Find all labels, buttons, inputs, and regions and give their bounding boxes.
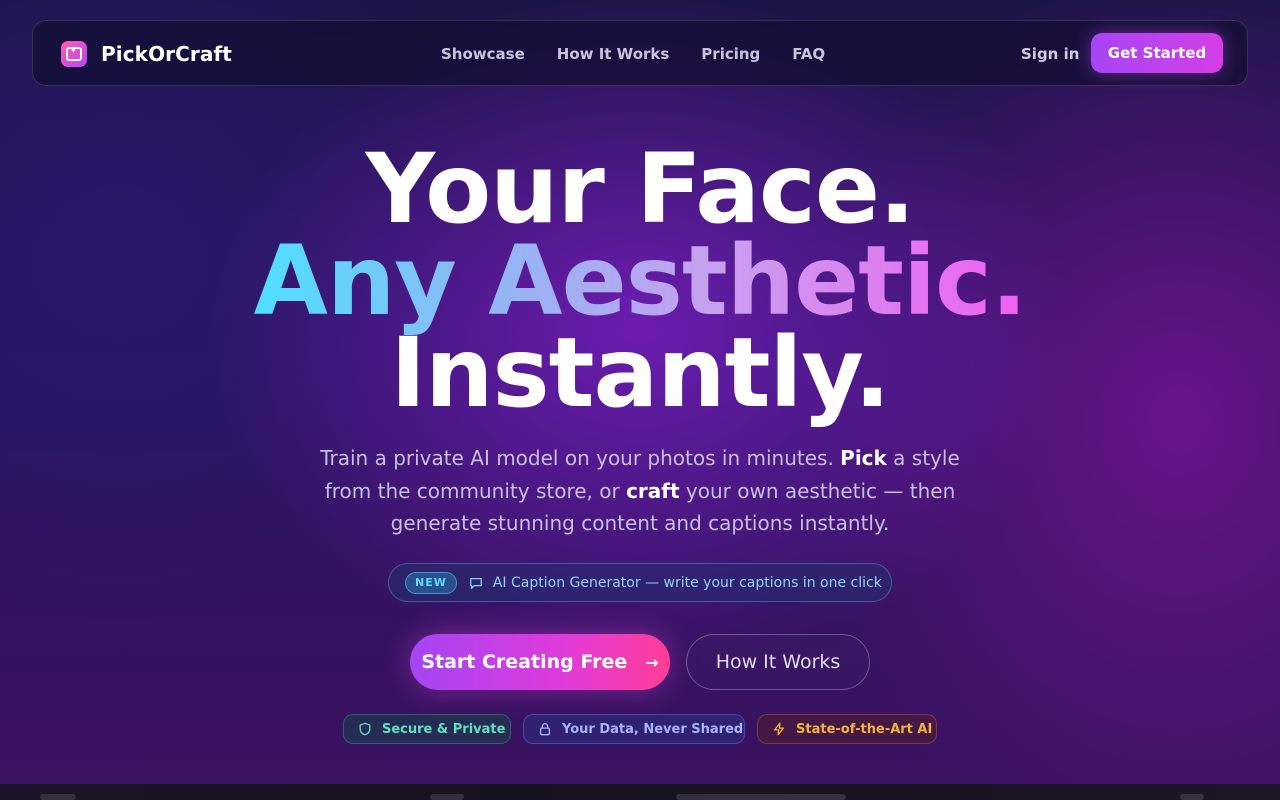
how-it-works-button[interactable]: How It Works (686, 634, 870, 690)
brand-logo-link[interactable]: PickOrCraft (61, 41, 232, 67)
new-badge: NEW (405, 571, 457, 594)
sparkle-image-icon (61, 41, 87, 67)
nav-link-pricing[interactable]: Pricing (701, 45, 760, 63)
top-navbar: PickOrCraft Showcase How It Works Pricin… (32, 20, 1248, 86)
get-started-button[interactable]: Get Started (1091, 33, 1223, 73)
shield-icon (359, 722, 371, 736)
trust-badge-data: Your Data, Never Shared (523, 714, 745, 744)
trust-badge-label: Your Data, Never Shared (562, 721, 744, 737)
trust-badge-secure: Secure & Private (343, 714, 511, 744)
announcement-text: AI Caption Generator — write your captio… (492, 574, 882, 591)
brand-name: PickOrCraft (101, 42, 232, 66)
nav-link-showcase[interactable]: Showcase (441, 45, 525, 63)
showcase-preview-strip (0, 784, 1280, 800)
trust-badge-label: State-of-the-Art AI (796, 721, 933, 737)
arrow-right-icon: → (645, 652, 659, 672)
nav-link-how-it-works[interactable]: How It Works (557, 45, 670, 63)
nav-link-faq[interactable]: FAQ (792, 45, 825, 63)
start-creating-button[interactable]: Start Creating Free → (410, 634, 670, 690)
lock-icon (539, 723, 551, 736)
trust-badge-ai: State-of-the-Art AI (757, 714, 937, 744)
hero-headline-line-3: Instantly. (390, 317, 890, 429)
trust-badge-label: Secure & Private (382, 721, 506, 737)
lightning-icon (773, 722, 785, 736)
start-creating-label: Start Creating Free (421, 651, 628, 673)
announcement-pill[interactable]: NEW AI Caption Generator — write your ca… (388, 563, 892, 602)
subheading-part: Train a private AI model on your photos … (320, 446, 841, 470)
subheading-emphasis-pick: Pick (840, 446, 887, 470)
chat-bubble-icon (469, 577, 482, 589)
subheading-emphasis-craft: craft (626, 478, 680, 503)
sign-in-link[interactable]: Sign in (1021, 45, 1079, 63)
hero-subheading: Train a private AI model on your photos … (300, 442, 980, 540)
nav-links: Showcase How It Works Pricing FAQ (441, 45, 857, 63)
